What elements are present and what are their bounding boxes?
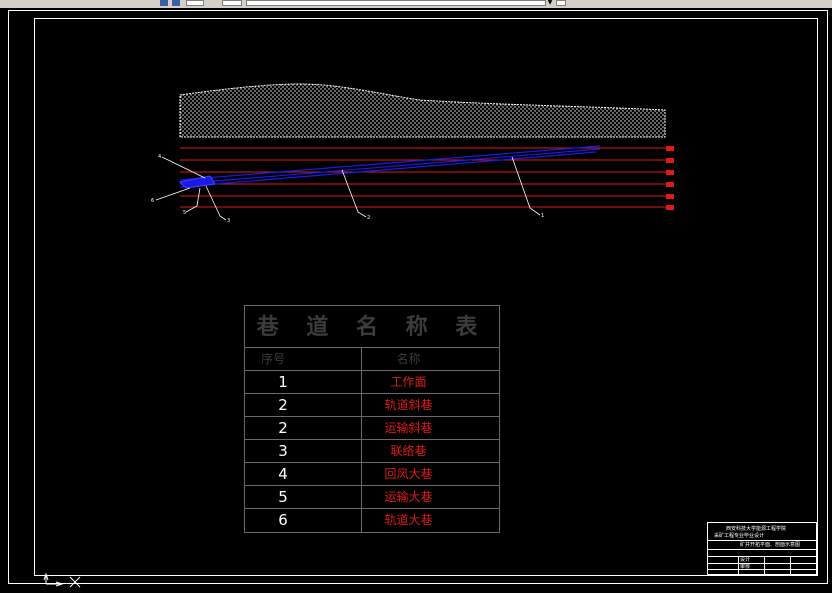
leader-5 [185, 187, 201, 213]
row-name: 轨道斜巷 [384, 398, 433, 412]
roadway-end-marker [666, 205, 674, 210]
title-block-rule [708, 556, 816, 557]
roadway-end-marker [666, 158, 674, 163]
row-no: 6 [278, 511, 288, 529]
table-title: 巷 道 名 称 表 [245, 306, 499, 348]
header-name: 名称 [396, 352, 421, 366]
title-block-rule [790, 556, 791, 574]
table-row: 6 轨道大巷 [245, 509, 499, 532]
title-block-reviewer: 审核 [740, 564, 751, 570]
surface-strata [179, 83, 666, 138]
row-name: 回风大巷 [384, 467, 433, 481]
title-block-rule [764, 556, 765, 574]
callout-4: 4 [158, 154, 161, 160]
title-block-drawing-name: 矿井开拓平面、剖面示意图 [740, 542, 801, 548]
roadway-end-marker [666, 170, 674, 175]
callout-2: 2 [367, 215, 370, 221]
leader-6 [155, 187, 191, 201]
ucs-icon [43, 572, 81, 588]
inclined-roadway [179, 151, 597, 188]
title-block-school: 西安科技大学能源工程学院 [726, 526, 787, 532]
callout-3: 3 [227, 218, 230, 224]
callout-labels: 1 2 3 4 5 6 [151, 154, 544, 224]
table-row: 2 运输斜巷 [245, 417, 499, 440]
row-no: 5 [278, 488, 288, 506]
inclined-junction [178, 175, 216, 189]
callout-6: 6 [151, 198, 154, 204]
inclined-roadway [179, 148, 601, 185]
inclined-roadways [178, 145, 601, 189]
title-block-rule [708, 563, 816, 564]
title-block-major: 采矿工程专业毕业设计 [714, 533, 765, 539]
title-block-rule [708, 540, 816, 541]
table-row: 3 联络巷 [245, 440, 499, 463]
callout-5: 5 [183, 210, 186, 216]
header-no: 序号 [260, 352, 285, 366]
row-no: 4 [278, 465, 288, 483]
inclined-roadway [179, 145, 601, 181]
drawing-title-block: 西安科技大学能源工程学院 采矿工程专业毕业设计 矿井开拓平面、剖面示意图 设计 … [707, 522, 817, 575]
leader-2 [341, 169, 367, 218]
roadway-end-marker [666, 194, 674, 199]
row-name: 联络巷 [390, 444, 427, 458]
table-row: 2 轨道斜巷 [245, 394, 499, 417]
table-row: 4 回风大巷 [245, 463, 499, 486]
table-row: 5 运输大巷 [245, 486, 499, 509]
title-block-rule [738, 556, 739, 574]
leader-3 [205, 185, 227, 221]
table-row: 1 工作面 [245, 371, 499, 394]
row-name: 轨道大巷 [384, 513, 433, 527]
roadway-end-marker [666, 146, 674, 151]
roadway-end-markers [666, 146, 674, 210]
row-name: 运输斜巷 [384, 421, 433, 435]
leader-1 [511, 156, 541, 216]
roadway-name-table: 巷 道 名 称 表 序号 名称 1 工作面 2 轨道斜巷 2 运输斜巷 3 联络… [244, 305, 500, 533]
title-block-designer: 设计 [740, 557, 751, 563]
row-no: 2 [278, 396, 288, 414]
row-no: 3 [278, 442, 288, 460]
title-block-rule [708, 569, 816, 570]
title-block-rule [708, 549, 816, 550]
roadway-end-marker [666, 182, 674, 187]
table-header-row: 序号 名称 [245, 348, 499, 371]
row-no: 2 [278, 419, 288, 437]
row-name: 运输大巷 [384, 490, 433, 504]
callout-1: 1 [541, 213, 544, 219]
row-no: 1 [278, 373, 288, 391]
row-name: 工作面 [390, 375, 427, 389]
